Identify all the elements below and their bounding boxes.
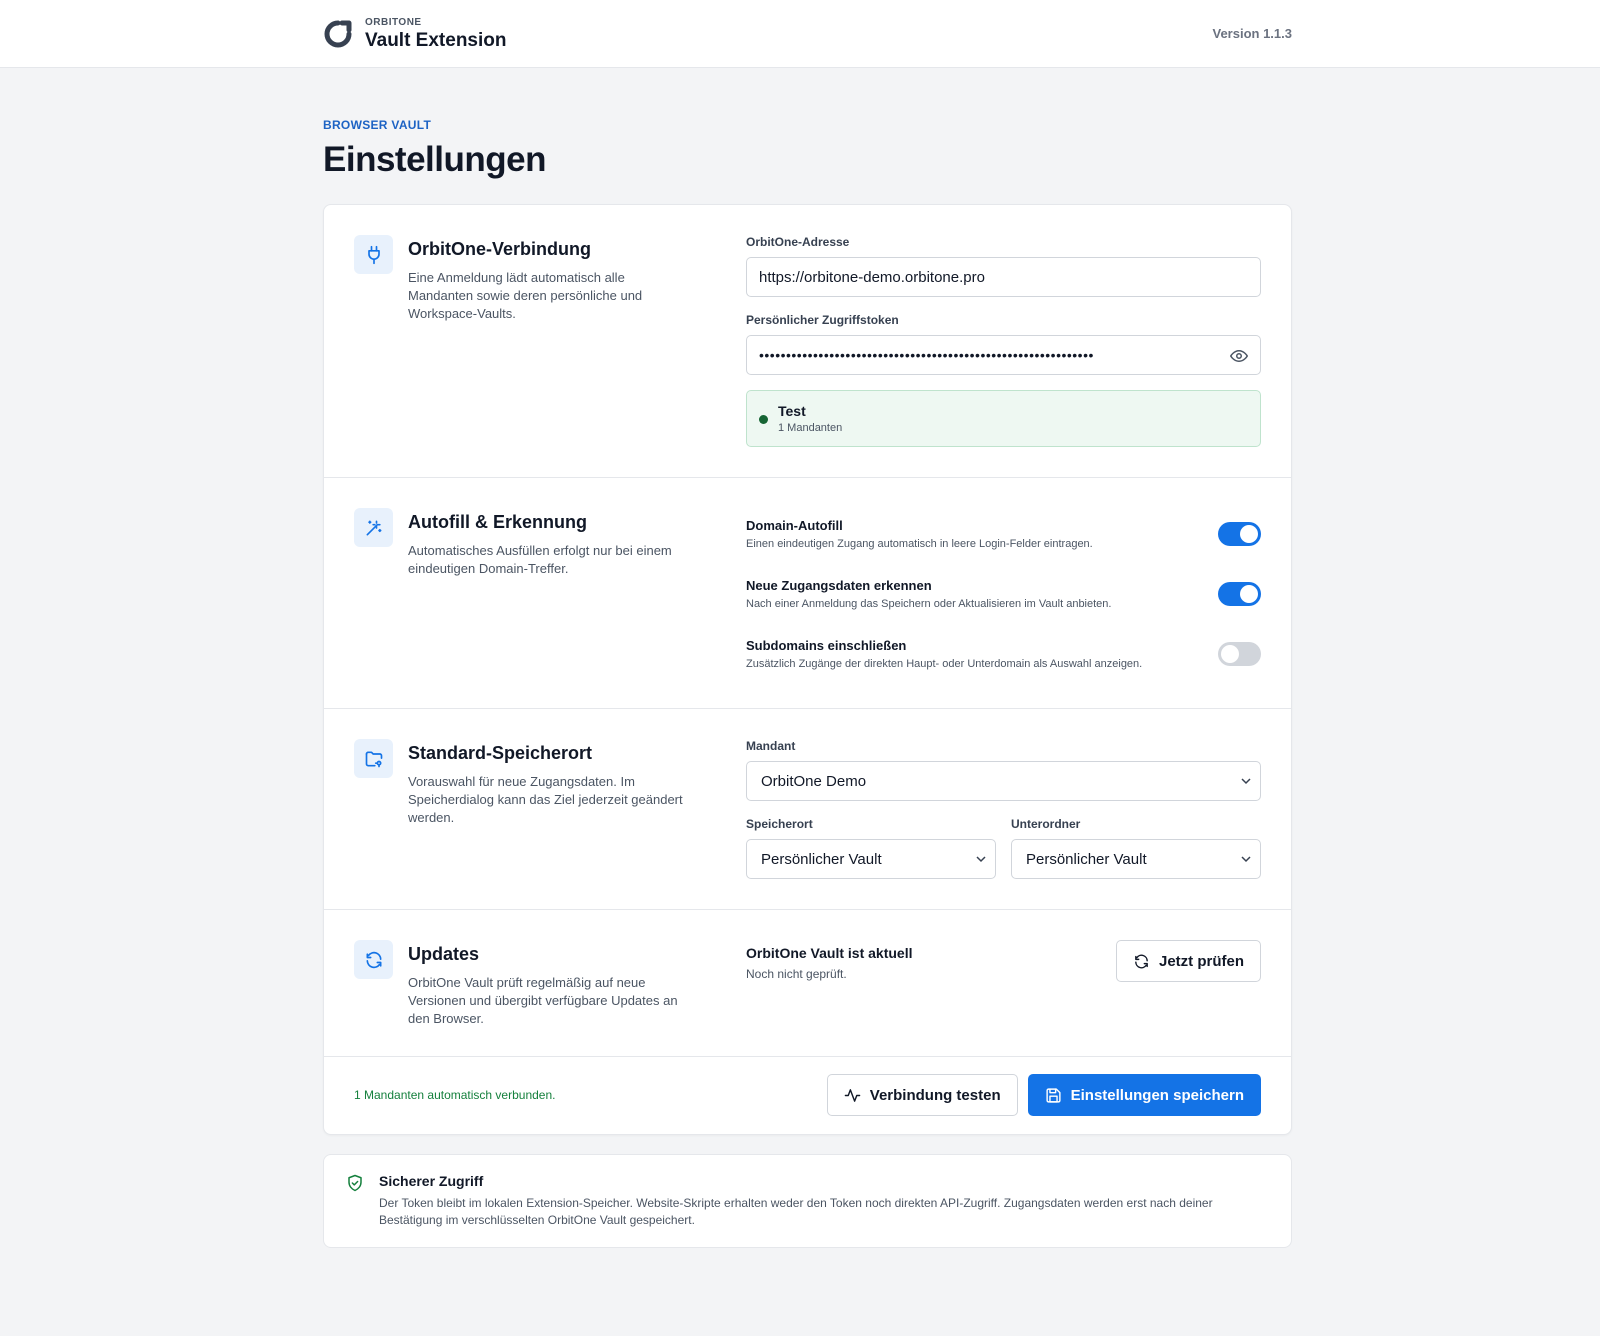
token-input[interactable]: ••••••••••••••••••••••••••••••••••••••••… bbox=[746, 335, 1261, 375]
toggle-desc: Einen eindeutigen Zugang automatisch in … bbox=[746, 538, 1093, 550]
subfolder-label: Unterordner bbox=[1011, 817, 1081, 831]
toggle-desc: Zusätzlich Zugänge der direkten Haupt- o… bbox=[746, 658, 1143, 670]
subfolder-select[interactable]: Persönlicher Vault bbox=[1011, 839, 1261, 879]
top-bar: ORBITONE Vault Extension Version 1.1.3 bbox=[0, 0, 1600, 68]
card-footer: 1 Mandanten automatisch verbunden. Verbi… bbox=[324, 1057, 1291, 1134]
toggle-title: Neue Zugangsdaten erkennen bbox=[746, 578, 932, 593]
toggle-row-subdomains: Subdomains einschließen Zusätzlich Zugän… bbox=[746, 638, 1261, 670]
storage-description: Vorauswahl für neue Zugangsdaten. Im Spe… bbox=[408, 774, 683, 825]
updates-title: Updates bbox=[408, 944, 480, 964]
status-dot bbox=[759, 414, 768, 424]
toggle-title: Domain-Autofill bbox=[746, 518, 843, 533]
footer-status: 1 Mandanten automatisch verbunden. bbox=[354, 1088, 556, 1102]
brand-small: ORBITONE bbox=[365, 16, 422, 28]
updates-description: OrbitOne Vault prüft regelmäßig auf neue… bbox=[408, 975, 678, 1026]
address-input[interactable]: https://orbitone-demo.orbitone.pro bbox=[746, 257, 1261, 297]
plug-icon bbox=[354, 235, 393, 274]
eye-icon[interactable] bbox=[1230, 347, 1248, 365]
info-text: Der Token bleibt im lokalen Extension-Sp… bbox=[379, 1196, 1213, 1227]
address-label: OrbitOne-Adresse bbox=[746, 235, 850, 249]
refresh-icon bbox=[354, 940, 393, 979]
brand: ORBITONE Vault Extension bbox=[323, 16, 507, 51]
tenant-select[interactable]: OrbitOne Demo bbox=[746, 761, 1261, 801]
orbitone-logo-icon bbox=[324, 20, 352, 47]
subdomains-toggle[interactable] bbox=[1218, 642, 1261, 666]
connection-status-title: Test bbox=[778, 403, 806, 419]
detect-credentials-toggle[interactable] bbox=[1218, 582, 1261, 606]
connection-section: OrbitOne-Verbindung Eine Anmeldung lädt … bbox=[324, 205, 1291, 478]
token-value: ••••••••••••••••••••••••••••••••••••••••… bbox=[759, 347, 1094, 363]
page-title: Einstellungen bbox=[323, 140, 546, 179]
toggle-desc: Nach einer Anmeldung das Speichern oder … bbox=[746, 598, 1112, 610]
settings-card: OrbitOne-Verbindung Eine Anmeldung lädt … bbox=[323, 204, 1292, 1135]
location-value: Persönlicher Vault bbox=[761, 850, 882, 868]
save-settings-button[interactable]: Einstellungen speichern bbox=[1027, 1074, 1261, 1116]
connection-description: Eine Anmeldung lädt automatisch alle Man… bbox=[408, 270, 643, 321]
tenant-label: Mandant bbox=[746, 739, 796, 753]
location-select[interactable]: Persönlicher Vault bbox=[746, 839, 996, 879]
toggle-row-detect-credentials: Neue Zugangsdaten erkennen Nach einer An… bbox=[746, 578, 1261, 610]
token-label: Persönlicher Zugriffstoken bbox=[746, 313, 899, 327]
connection-status-sub: 1 Mandanten bbox=[778, 422, 843, 434]
info-title: Sicherer Zugriff bbox=[379, 1173, 484, 1189]
refresh-icon bbox=[1135, 954, 1148, 968]
version-label: Version 1.1.3 bbox=[1212, 26, 1293, 41]
brand-name: Vault Extension bbox=[365, 29, 507, 51]
subfolder-value: Persönlicher Vault bbox=[1026, 850, 1147, 868]
test-connection-label: Verbindung testen bbox=[869, 1086, 1001, 1104]
test-connection-button[interactable]: Verbindung testen bbox=[826, 1074, 1018, 1116]
domain-autofill-toggle[interactable] bbox=[1218, 522, 1261, 546]
check-updates-button[interactable]: Jetzt prüfen bbox=[1115, 940, 1261, 982]
connection-status-box: Test 1 Mandanten bbox=[746, 390, 1261, 447]
autofill-description: Automatisches Ausfüllen erfolgt nur bei … bbox=[408, 543, 672, 576]
location-label: Speicherort bbox=[746, 817, 813, 831]
toggle-row-domain-autofill: Domain-Autofill Einen eindeutigen Zugang… bbox=[746, 518, 1261, 550]
chevron-down-icon bbox=[976, 856, 986, 863]
storage-title: Standard-Speicherort bbox=[408, 743, 593, 763]
autofill-title: Autofill & Erkennung bbox=[408, 512, 587, 532]
chevron-down-icon bbox=[1241, 778, 1251, 785]
autofill-section: Autofill & Erkennung Automatisches Ausfü… bbox=[324, 478, 1291, 709]
update-status-sub: Noch nicht geprüft. bbox=[746, 967, 847, 981]
tenant-value: OrbitOne Demo bbox=[761, 772, 867, 790]
toggle-title: Subdomains einschließen bbox=[746, 638, 907, 653]
update-status-title: OrbitOne Vault ist aktuell bbox=[746, 945, 913, 961]
chevron-down-icon bbox=[1241, 856, 1251, 863]
save-settings-label: Einstellungen speichern bbox=[1070, 1086, 1244, 1104]
page-eyebrow: BROWSER VAULT bbox=[323, 118, 432, 132]
address-value: https://orbitone-demo.orbitone.pro bbox=[759, 268, 985, 286]
shield-check-icon bbox=[348, 1174, 362, 1192]
main-content: BROWSER VAULT Einstellungen OrbitOne-Ver… bbox=[323, 68, 1292, 1248]
storage-section: Standard-Speicherort Vorauswahl für neue… bbox=[324, 709, 1291, 910]
updates-section: Updates OrbitOne Vault prüft regelmäßig … bbox=[324, 910, 1291, 1057]
activity-icon bbox=[844, 1088, 861, 1102]
save-icon bbox=[1046, 1087, 1061, 1103]
folder-icon bbox=[354, 739, 393, 778]
check-updates-label: Jetzt prüfen bbox=[1158, 952, 1244, 970]
magic-wand-icon bbox=[354, 508, 393, 547]
security-info-card: Sicherer Zugriff Der Token bleibt im lok… bbox=[323, 1154, 1292, 1248]
connection-title: OrbitOne-Verbindung bbox=[408, 239, 591, 259]
